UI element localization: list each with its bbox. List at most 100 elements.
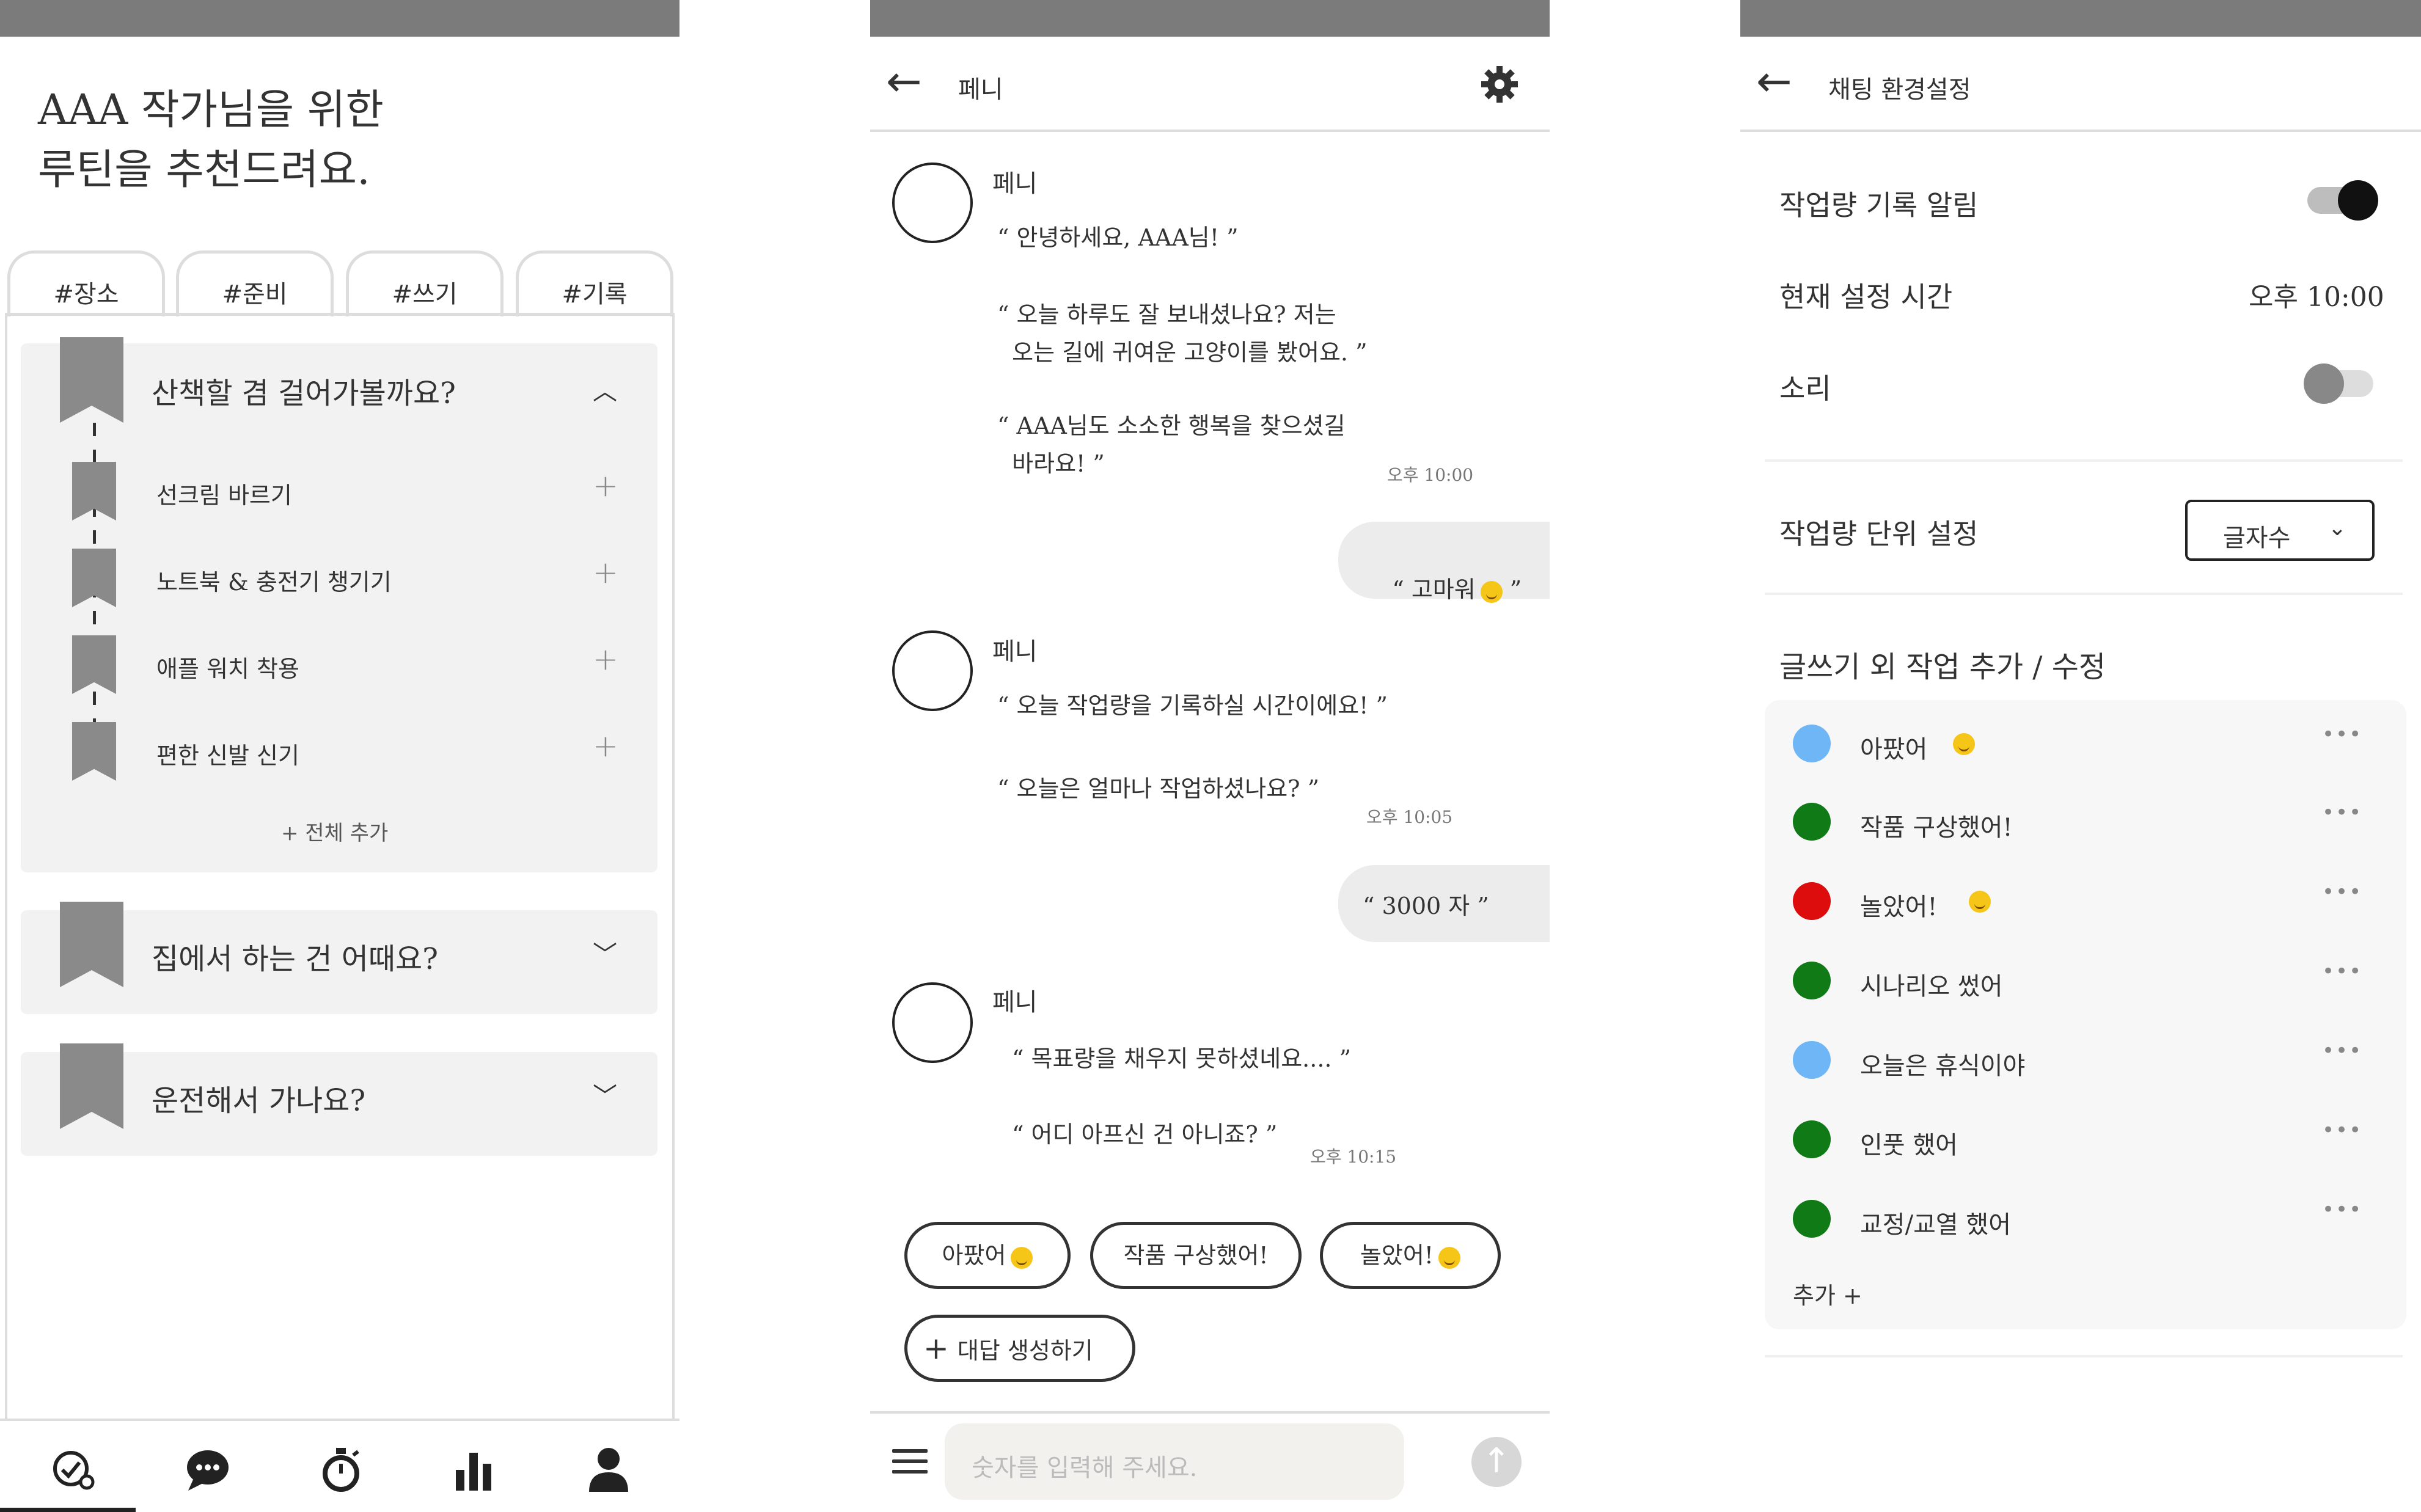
chat-title: 페니: [958, 76, 1003, 104]
add-task-button[interactable]: 추가 +: [1793, 1277, 1862, 1310]
divider: [1765, 593, 2403, 595]
sound-toggle[interactable]: [2304, 363, 2373, 404]
task-color-dot[interactable]: [1793, 803, 1831, 841]
quick-reply-label: 아팠어: [942, 1242, 1006, 1269]
status-bar: [0, 0, 679, 37]
menu-icon[interactable]: [892, 1449, 928, 1474]
user-message: “ 고마워 ”: [1338, 522, 1550, 603]
tab-write[interactable]: #쓰기: [346, 250, 504, 316]
task-color-dot[interactable]: [1793, 725, 1831, 762]
message-time: 오후 10:05: [1366, 807, 1453, 827]
title-line-2: 루틴을 추천드려요.: [38, 146, 370, 194]
quick-reply-play[interactable]: 놀았어!: [1320, 1222, 1501, 1289]
add-item-plus-icon[interactable]: +: [593, 728, 618, 764]
gear-icon[interactable]: [1480, 65, 1519, 104]
task-label: 작품 구상했어!: [1860, 814, 2013, 842]
add-item-plus-icon[interactable]: +: [593, 641, 618, 677]
back-arrow-icon[interactable]: ←: [886, 56, 922, 106]
task-label: 시나리오 썼어: [1860, 973, 2003, 1001]
bot-message: “ 오늘 작업량을 기록하실 시간이에요! ”: [997, 692, 1388, 719]
send-arrow-icon[interactable]: ↑: [1471, 1437, 1522, 1487]
quick-reply-plan[interactable]: 작품 구상했어!: [1090, 1222, 1302, 1289]
quick-reply-sick[interactable]: 아팠어: [904, 1222, 1071, 1289]
smile-emoji-icon: [1438, 1246, 1461, 1269]
chevron-down-icon[interactable]: ﹀: [593, 1076, 617, 1112]
routine-item-label: 노트북 & 충전기 챙기기: [156, 569, 392, 596]
nav-active-indicator: [0, 1508, 136, 1512]
chevron-down-icon[interactable]: ﹀: [593, 935, 617, 970]
tab-place[interactable]: #장소: [7, 250, 165, 316]
bot-message: “ 목표량을 채우지 못하셨네요.... ”: [1012, 1045, 1352, 1072]
more-options-icon[interactable]: •••: [2322, 880, 2362, 904]
unit-select-value: 글자수: [2223, 524, 2291, 552]
tab-prepare[interactable]: #준비: [176, 250, 334, 316]
bot-message: “ AAA님도 소소한 행복을 찾으셨길 바라요! ”: [997, 412, 1346, 477]
back-arrow-icon[interactable]: ←: [1756, 56, 1792, 106]
user-message-text: “ 고마워: [1392, 576, 1476, 603]
task-color-dot[interactable]: [1793, 1041, 1831, 1079]
unit-select[interactable]: 글자수 ⌄: [2185, 500, 2375, 561]
task-color-dot[interactable]: [1793, 962, 1831, 999]
chat-icon[interactable]: [183, 1445, 232, 1494]
message-time: 오후 10:00: [1387, 465, 1474, 485]
settings-title: 채팅 환경설정: [1828, 76, 1971, 104]
bot-name: 페니: [992, 170, 1038, 198]
more-options-icon[interactable]: •••: [2322, 1039, 2362, 1063]
bot-name: 페니: [992, 988, 1038, 1017]
task-label: 교정/교열 했어: [1860, 1211, 2011, 1239]
section-title-walk[interactable]: 산책할 겸 걸어가볼까요?: [152, 369, 456, 412]
routine-item-label: 애플 워치 착용: [156, 656, 299, 682]
home-icon[interactable]: [49, 1445, 98, 1494]
chevron-up-icon[interactable]: ︿: [593, 371, 617, 407]
task-label: 인풋 했어: [1860, 1131, 1958, 1160]
timer-icon[interactable]: [317, 1445, 365, 1494]
stats-icon[interactable]: [450, 1445, 499, 1494]
bottom-nav: [0, 1419, 679, 1512]
record-alarm-toggle[interactable]: [2307, 180, 2378, 221]
more-options-icon[interactable]: •••: [2322, 1118, 2362, 1142]
more-options-icon[interactable]: •••: [2322, 959, 2362, 984]
smile-emoji-icon: [1969, 891, 1991, 913]
generate-answer-label: 대답 생성하기: [957, 1337, 1093, 1364]
sad-emoji-icon: [1011, 1246, 1033, 1269]
time-value[interactable]: 오후 10:00: [2249, 275, 2384, 314]
number-input[interactable]: 숫자를 입력해 주세요.: [945, 1423, 1404, 1500]
routine-screen: AAA 작가님을 위한 루틴을 추천드려요. #장소 #준비 #쓰기 #기록 산…: [0, 0, 679, 1512]
more-options-icon[interactable]: •••: [2322, 800, 2362, 825]
time-label: 현재 설정 시간: [1779, 280, 1953, 313]
sad-emoji-icon: [1953, 733, 1975, 755]
generate-answer-button[interactable]: + 대답 생성하기: [904, 1315, 1135, 1382]
routine-section-walk: [21, 343, 657, 872]
routine-item-label: 선크림 바르기: [156, 482, 292, 509]
task-label: 놀았어!: [1860, 893, 1938, 921]
record-alarm-label: 작업량 기록 알림: [1779, 189, 1979, 222]
tab-record[interactable]: #기록: [516, 250, 673, 316]
sound-label: 소리: [1779, 372, 1831, 405]
section-title-drive[interactable]: 운전해서 가나요?: [152, 1076, 365, 1119]
section-title-home[interactable]: 집에서 하는 건 어때요?: [152, 935, 438, 977]
bot-message: “ 오늘은 얼마나 작업하셨나요? ”: [997, 775, 1320, 802]
routine-item-label: 편한 신발 신기: [156, 742, 299, 769]
bot-message: “ 어디 아프신 건 아니죠? ”: [1012, 1121, 1278, 1148]
bot-message: “ 안녕하세요, AAA님! ”: [997, 224, 1239, 251]
profile-icon[interactable]: [584, 1445, 633, 1494]
avatar: [892, 630, 973, 711]
quick-reply-label: 놀았어!: [1360, 1242, 1434, 1269]
task-color-dot[interactable]: [1793, 1120, 1831, 1158]
task-label: 오늘은 휴식이야: [1860, 1052, 2026, 1080]
more-options-icon[interactable]: •••: [2322, 1197, 2362, 1222]
header-divider: [870, 130, 1550, 132]
bot-name: 페니: [992, 638, 1038, 666]
avatar: [892, 163, 973, 243]
add-item-plus-icon[interactable]: +: [593, 555, 618, 590]
task-color-dot[interactable]: [1793, 882, 1831, 920]
message-time: 오후 10:15: [1310, 1147, 1397, 1167]
add-all-button[interactable]: + 전체 추가: [281, 816, 388, 846]
page-title: AAA 작가님을 위한 루틴을 추천드려요.: [38, 81, 384, 200]
add-item-plus-icon[interactable]: +: [593, 468, 618, 503]
status-bar: [870, 0, 1550, 37]
more-options-icon[interactable]: •••: [2322, 722, 2362, 747]
task-color-dot[interactable]: [1793, 1200, 1831, 1238]
settings-screen: ← 채팅 환경설정 작업량 기록 알림 현재 설정 시간 오후 10:00 소리…: [1740, 0, 2421, 1512]
smile-emoji-icon: [1480, 580, 1503, 603]
